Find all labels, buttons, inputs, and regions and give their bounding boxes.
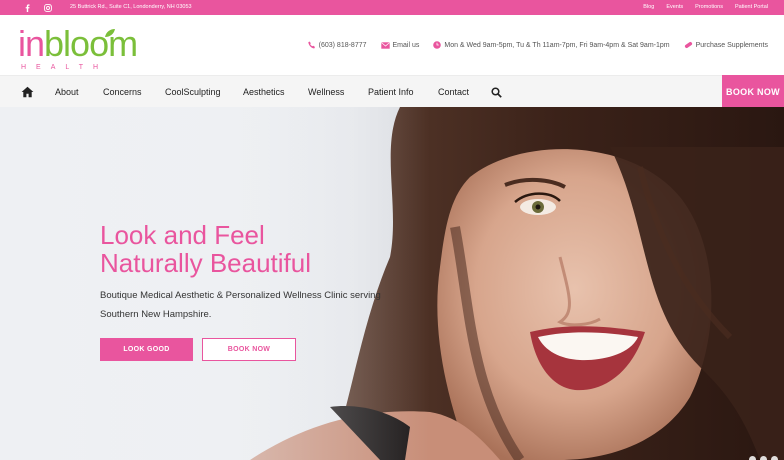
nav-coolsculpting[interactable]: CoolSculpting: [165, 87, 221, 97]
envelope-icon: [380, 41, 390, 49]
nav-wellness[interactable]: Wellness: [308, 87, 344, 97]
events-link[interactable]: Events: [666, 4, 683, 10]
nav-concerns[interactable]: Concerns: [103, 87, 142, 97]
clock-icon: [433, 41, 442, 49]
utility-links: Blog Events Promotions Patient Portal: [643, 4, 768, 10]
inbloom-logo[interactable]: inbloom HEALTH: [18, 24, 138, 72]
slider-dot[interactable]: [760, 456, 767, 460]
email-label: Email us: [392, 41, 420, 49]
supplements-link[interactable]: Purchase Supplements: [684, 41, 768, 49]
patient-portal-link[interactable]: Patient Portal: [735, 4, 768, 10]
slider-dot[interactable]: [771, 456, 778, 460]
contact-row: (603) 818-8777 Email us Mon & Wed 9am-5p…: [307, 41, 768, 49]
nav-patient-info[interactable]: Patient Info: [368, 87, 414, 97]
phone-icon: [307, 41, 315, 49]
supplements-label: Purchase Supplements: [695, 41, 768, 49]
hero-photo: [0, 107, 784, 460]
logo-wordmark: inbloom: [18, 23, 138, 64]
site-header: inbloom HEALTH (603) 818-8777 Email us M…: [0, 15, 784, 75]
email-link[interactable]: Email us: [380, 41, 420, 49]
hours-text: Mon & Wed 9am-5pm, Tu & Th 11am-7pm, Fri…: [444, 41, 670, 49]
nav-aesthetics[interactable]: Aesthetics: [243, 87, 285, 97]
logo-tagline: HEALTH: [21, 64, 109, 71]
promotions-link[interactable]: Promotions: [695, 4, 723, 10]
phone-number: (603) 818-8777: [318, 41, 367, 49]
phone-link[interactable]: (603) 818-8777: [307, 41, 367, 49]
office-hours: Mon & Wed 9am-5pm, Tu & Th 11am-7pm, Fri…: [433, 41, 670, 49]
nav-contact[interactable]: Contact: [438, 87, 469, 97]
address-text: 25 Buttrick Rd., Suite C1, Londonderry, …: [70, 4, 192, 10]
nav-about[interactable]: About: [55, 87, 79, 97]
hero-subtitle: Boutique Medical Aesthetic & Personalize…: [100, 290, 381, 320]
hero-banner: Look and Feel Naturally Beautiful Boutiq…: [0, 107, 784, 460]
slider-dot[interactable]: [749, 456, 756, 460]
main-nav: About Concerns CoolSculpting Aesthetics …: [0, 75, 784, 108]
top-bar: 25 Buttrick Rd., Suite C1, Londonderry, …: [0, 0, 784, 15]
instagram-icon[interactable]: [43, 3, 53, 12]
home-icon[interactable]: [21, 85, 35, 98]
book-now-nav-button[interactable]: BOOK NOW: [722, 75, 784, 108]
pill-icon: [684, 41, 692, 49]
hero-headline-line1: Look and Feel: [100, 220, 265, 250]
facebook-icon[interactable]: [22, 3, 32, 12]
leaf-icon: [105, 29, 115, 37]
hero-headline-line2: Naturally Beautiful: [100, 248, 311, 278]
slider-dots: [749, 456, 778, 460]
book-now-hero-button[interactable]: BOOK NOW: [202, 338, 296, 361]
blog-link[interactable]: Blog: [643, 4, 654, 10]
search-icon[interactable]: [491, 85, 503, 98]
hero-headline: Look and Feel Naturally Beautiful: [100, 221, 311, 277]
look-good-button[interactable]: LOOK GOOD: [100, 338, 193, 361]
